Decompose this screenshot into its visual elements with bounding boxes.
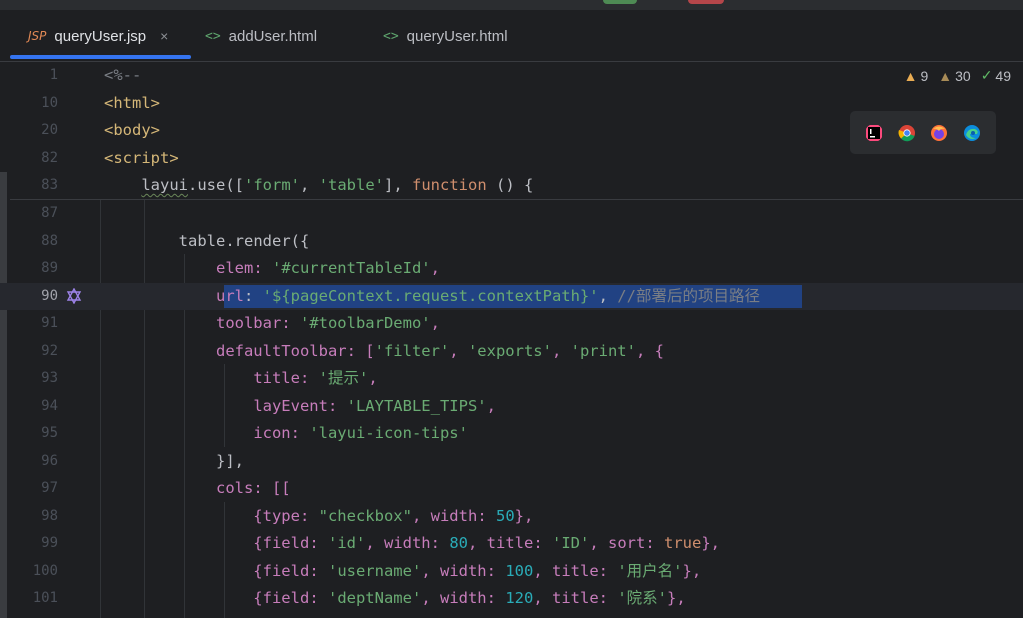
line-number: 88 <box>41 232 58 249</box>
code-text: {type: "checkbox", width: 50}, <box>104 506 534 525</box>
code-text: url: '${pageContext.request.contextPath}… <box>215 286 760 305</box>
line-number: 82 <box>41 149 58 166</box>
code-text: {field: 'username', width: 100, title: '… <box>104 561 702 580</box>
star-of-david-icon[interactable] <box>66 287 82 304</box>
code-line[interactable]: 87 <box>0 200 1023 227</box>
line-number: 90 <box>41 287 58 304</box>
line-number: 93 <box>41 370 58 386</box>
code-text: toolbar: '#toolbarDemo', <box>215 314 440 332</box>
line-number: 89 <box>41 260 58 276</box>
firefox-icon[interactable] <box>930 124 948 142</box>
code-line[interactable]: 91 toolbar: '#toolbarDemo', <box>0 310 1023 337</box>
tab-label: queryUser.jsp <box>54 27 147 45</box>
warnings-count[interactable]: ▲ 9 <box>904 68 929 84</box>
line-number: 101 <box>32 590 58 606</box>
code-line[interactable]: 101 {field: 'deptName', width: 120, titl… <box>0 585 1023 612</box>
code-text: <%-- <box>104 66 142 84</box>
line-number: 100 <box>32 562 58 579</box>
line-number: 20 <box>41 122 58 138</box>
window-top-strip <box>0 0 1023 10</box>
html-file-icon: <> <box>205 28 221 44</box>
warning-icon: ▲ <box>903 67 918 84</box>
line-number: 95 <box>41 425 58 441</box>
active-tab-indicator <box>10 55 191 59</box>
sticky-line[interactable]: 83 layui.use(['form', 'table'], function… <box>0 172 1023 199</box>
code-text: <html> <box>104 93 160 112</box>
line-number: 94 <box>41 397 58 414</box>
line-number: 83 <box>41 177 58 193</box>
chrome-icon[interactable] <box>898 124 916 142</box>
weak-warnings-count[interactable]: ▲ 30 <box>938 68 970 84</box>
line-number: 97 <box>41 480 58 496</box>
code-line[interactable]: 97 cols: [[ <box>0 475 1023 502</box>
code-text: layEvent: 'LAYTABLE_TIPS', <box>253 396 496 415</box>
inspection-widget[interactable]: ▲ 9 ▲ 30 ✓ 49 <box>904 67 1011 84</box>
code-text: cols: [[ <box>215 479 291 497</box>
line-number: 10 <box>41 94 58 111</box>
typo-check-icon: ✓ <box>980 67 993 83</box>
warnings-number: 9 <box>920 67 929 84</box>
line-number: 92 <box>41 342 58 359</box>
line-number: 1 <box>49 67 58 83</box>
code-text: title: '提示', <box>253 369 378 387</box>
editor-tab-bar: JSP queryUser.jsp × <> addUser.html <> q… <box>0 10 1023 62</box>
code-line[interactable]: 89 elem: '#currentTableId', <box>0 255 1023 282</box>
code-text: <body> <box>104 121 160 139</box>
code-text: defaultToolbar: ['filter', 'exports', 'p… <box>215 341 664 360</box>
code-line[interactable]: 99 {field: 'id', width: 80, title: 'ID',… <box>0 530 1023 557</box>
code-line[interactable]: 100 {field: 'username', width: 100, titl… <box>0 558 1023 585</box>
code-text: table.render({ <box>104 231 310 250</box>
code-line[interactable]: 92 defaultToolbar: ['filter', 'exports',… <box>0 338 1023 365</box>
typos-number: 49 <box>995 67 1011 84</box>
typos-count[interactable]: ✓ 49 <box>981 67 1011 84</box>
weak-warnings-number: 30 <box>955 67 971 84</box>
edge-icon[interactable] <box>963 124 981 142</box>
line-number: 96 <box>41 452 58 469</box>
code-text: layui.use(['form', 'table'], function ()… <box>104 172 533 199</box>
code-text: elem: '#currentTableId', <box>215 259 440 277</box>
line-number: 87 <box>41 205 58 221</box>
sticky-line[interactable]: 1 <%-- <box>0 62 1023 89</box>
line-number: 99 <box>41 535 58 551</box>
tab-queryuser-html[interactable]: <> queryUser.html <box>383 10 508 62</box>
top-red-badge <box>688 0 724 4</box>
tab-label: queryUser.html <box>406 27 508 45</box>
code-line[interactable]: 95 icon: 'layui-icon-tips' <box>0 420 1023 447</box>
top-green-badge <box>603 0 637 4</box>
code-text: <script> <box>104 148 179 167</box>
code-line[interactable]: 88 table.render({ <box>0 228 1023 255</box>
line-number: 98 <box>41 507 58 524</box>
code-line[interactable]: 98 {type: "checkbox", width: 50}, <box>0 503 1023 530</box>
intellij-icon[interactable] <box>865 124 883 142</box>
code-line[interactable]: 96 }], <box>0 448 1023 475</box>
code-text: {field: 'deptName', width: 120, title: '… <box>104 589 686 607</box>
tab-label: addUser.html <box>228 27 318 45</box>
code-text: {field: 'id', width: 80, title: 'ID', so… <box>104 534 721 552</box>
code-line[interactable]: 94 layEvent: 'LAYTABLE_TIPS', <box>0 393 1023 420</box>
browser-preview-popup <box>850 111 996 154</box>
code-text: }], <box>104 451 244 470</box>
code-text: icon: 'layui-icon-tips' <box>253 424 468 442</box>
jsp-file-icon: JSP <box>28 29 47 43</box>
line-number: 91 <box>41 315 58 331</box>
code-token: layui.use(['form', 'table'], function ()… <box>141 176 534 194</box>
code-line-current[interactable]: 90 url: '${pageContext.request.contextPa… <box>0 283 1023 310</box>
weak-warning-icon: ▲ <box>938 67 953 84</box>
html-file-icon: <> <box>383 28 399 44</box>
close-icon[interactable]: × <box>160 28 168 44</box>
code-line[interactable]: 93 title: '提示', <box>0 365 1023 392</box>
tab-adduser-html[interactable]: <> addUser.html <box>205 10 317 62</box>
